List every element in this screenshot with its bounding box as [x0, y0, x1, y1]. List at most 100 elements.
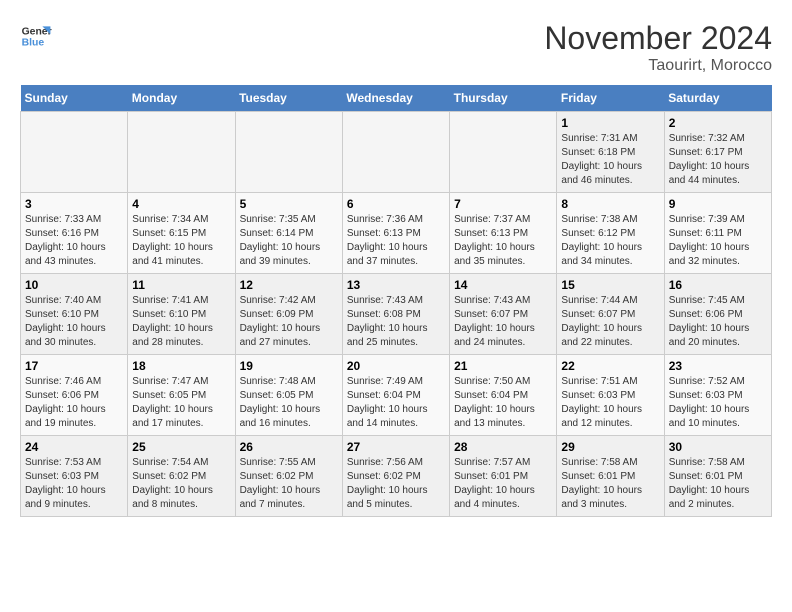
calendar-cell: 13 Sunrise: 7:43 AMSunset: 6:08 PMDayligh… [342, 274, 449, 355]
day-number: 30 [669, 440, 767, 454]
calendar-cell: 3Sunrise: 7:33 AMSunset: 6:16 PMDaylight… [21, 193, 128, 274]
page-header: General Blue November 2024 Taourirt, Mor… [20, 20, 772, 75]
calendar-cell: 14Sunrise: 7:43 AMSunset: 6:07 PMDayligh… [450, 274, 557, 355]
day-info: Sunrise: 7:48 AMSunset: 6:05 PMDaylight:… [240, 375, 338, 431]
logo: General Blue [20, 20, 56, 52]
day-number: 12 [240, 278, 338, 292]
day-number: 14 [454, 278, 552, 292]
svg-text:Blue: Blue [22, 38, 45, 49]
day-info: Sunrise: 7:53 AMSunset: 6:03 PMDaylight:… [25, 456, 123, 512]
calendar-cell: 29Sunrise: 7:58 AMSunset: 6:01 PMDayligh… [557, 436, 664, 517]
day-number: 1 [561, 116, 659, 130]
day-info: Sunrise: 7:39 AMSunset: 6:11 PMDaylight:… [669, 213, 767, 269]
day-info: Sunrise: 7:56 AMSunset: 6:02 PMDaylight:… [347, 456, 445, 512]
weekday-header: Tuesday [235, 85, 342, 112]
calendar-week-row: 24Sunrise: 7:53 AMSunset: 6:03 PMDayligh… [21, 436, 772, 517]
day-number: 2 [669, 116, 767, 130]
calendar-cell: 16 Sunrise: 7:45 AMSunset: 6:06 PMDayligh… [664, 274, 771, 355]
day-number: 4 [132, 197, 230, 211]
calendar-week-row: 3Sunrise: 7:33 AMSunset: 6:16 PMDaylight… [21, 193, 772, 274]
day-info: Sunrise: 7:43 AMSunset: 6:08 PMDaylight:… [347, 294, 445, 350]
calendar-week-row: 10 Sunrise: 7:40 AMSunset: 6:10 PMDayligh… [21, 274, 772, 355]
day-info: Sunrise: 7:49 AMSunset: 6:04 PMDaylight:… [347, 375, 445, 431]
day-info: Sunrise: 7:52 AMSunset: 6:03 PMDaylight:… [669, 375, 767, 431]
calendar-cell [235, 112, 342, 193]
day-info: Sunrise: 7:40 AMSunset: 6:10 PMDaylight:… [25, 294, 123, 350]
day-number: 19 [240, 359, 338, 373]
calendar-cell: 30 Sunrise: 7:58 AMSunset: 6:01 PMDayligh… [664, 436, 771, 517]
day-number: 11 [132, 278, 230, 292]
calendar-cell: 12 Sunrise: 7:42 AMSunset: 6:09 PMDayligh… [235, 274, 342, 355]
day-info: Sunrise: 7:55 AMSunset: 6:02 PMDaylight:… [240, 456, 338, 512]
weekday-header: Wednesday [342, 85, 449, 112]
calendar-cell: 5 Sunrise: 7:35 AMSunset: 6:14 PMDaylight… [235, 193, 342, 274]
day-number: 16 [669, 278, 767, 292]
location: Taourirt, Morocco [544, 57, 772, 75]
day-number: 27 [347, 440, 445, 454]
day-info: Sunrise: 7:38 AMSunset: 6:12 PMDaylight:… [561, 213, 659, 269]
title-block: November 2024 Taourirt, Morocco [544, 20, 772, 75]
calendar-cell: 21 Sunrise: 7:50 AMSunset: 6:04 PMDayligh… [450, 355, 557, 436]
calendar-table: SundayMondayTuesdayWednesdayThursdayFrid… [20, 85, 772, 517]
weekday-header: Friday [557, 85, 664, 112]
calendar-cell: 1 Sunrise: 7:31 AMSunset: 6:18 PMDaylight… [557, 112, 664, 193]
calendar-cell: 11 Sunrise: 7:41 AMSunset: 6:10 PMDayligh… [128, 274, 235, 355]
day-number: 28 [454, 440, 552, 454]
day-info: Sunrise: 7:44 AMSunset: 6:07 PMDaylight:… [561, 294, 659, 350]
calendar-cell [21, 112, 128, 193]
day-number: 9 [669, 197, 767, 211]
day-info: Sunrise: 7:34 AMSunset: 6:15 PMDaylight:… [132, 213, 230, 269]
day-info: Sunrise: 7:45 AMSunset: 6:06 PMDaylight:… [669, 294, 767, 350]
day-info: Sunrise: 7:32 AMSunset: 6:17 PMDaylight:… [669, 132, 767, 188]
weekday-header: Monday [128, 85, 235, 112]
day-info: Sunrise: 7:57 AMSunset: 6:01 PMDaylight:… [454, 456, 552, 512]
calendar-cell: 27 Sunrise: 7:56 AMSunset: 6:02 PMDayligh… [342, 436, 449, 517]
day-number: 22 [561, 359, 659, 373]
weekday-header: Thursday [450, 85, 557, 112]
calendar-cell [450, 112, 557, 193]
day-info: Sunrise: 7:37 AMSunset: 6:13 PMDaylight:… [454, 213, 552, 269]
calendar-cell: 23 Sunrise: 7:52 AMSunset: 6:03 PMDayligh… [664, 355, 771, 436]
day-number: 17 [25, 359, 123, 373]
calendar-cell: 26 Sunrise: 7:55 AMSunset: 6:02 PMDayligh… [235, 436, 342, 517]
calendar-cell: 15Sunrise: 7:44 AMSunset: 6:07 PMDayligh… [557, 274, 664, 355]
weekday-header: Sunday [21, 85, 128, 112]
day-number: 18 [132, 359, 230, 373]
day-number: 5 [240, 197, 338, 211]
day-number: 21 [454, 359, 552, 373]
day-info: Sunrise: 7:51 AMSunset: 6:03 PMDaylight:… [561, 375, 659, 431]
day-info: Sunrise: 7:33 AMSunset: 6:16 PMDaylight:… [25, 213, 123, 269]
day-info: Sunrise: 7:35 AMSunset: 6:14 PMDaylight:… [240, 213, 338, 269]
calendar-cell: 25Sunrise: 7:54 AMSunset: 6:02 PMDayligh… [128, 436, 235, 517]
day-number: 13 [347, 278, 445, 292]
day-info: Sunrise: 7:58 AMSunset: 6:01 PMDaylight:… [669, 456, 767, 512]
weekday-header-row: SundayMondayTuesdayWednesdayThursdayFrid… [21, 85, 772, 112]
day-number: 26 [240, 440, 338, 454]
day-number: 23 [669, 359, 767, 373]
day-number: 20 [347, 359, 445, 373]
day-number: 6 [347, 197, 445, 211]
calendar-cell [128, 112, 235, 193]
day-info: Sunrise: 7:54 AMSunset: 6:02 PMDaylight:… [132, 456, 230, 512]
calendar-cell: 24Sunrise: 7:53 AMSunset: 6:03 PMDayligh… [21, 436, 128, 517]
day-number: 8 [561, 197, 659, 211]
day-number: 10 [25, 278, 123, 292]
calendar-cell: 28 Sunrise: 7:57 AMSunset: 6:01 PMDayligh… [450, 436, 557, 517]
calendar-cell: 18Sunrise: 7:47 AMSunset: 6:05 PMDayligh… [128, 355, 235, 436]
calendar-cell: 22 Sunrise: 7:51 AMSunset: 6:03 PMDayligh… [557, 355, 664, 436]
day-info: Sunrise: 7:41 AMSunset: 6:10 PMDaylight:… [132, 294, 230, 350]
calendar-cell: 17 Sunrise: 7:46 AMSunset: 6:06 PMDayligh… [21, 355, 128, 436]
day-info: Sunrise: 7:46 AMSunset: 6:06 PMDaylight:… [25, 375, 123, 431]
day-info: Sunrise: 7:42 AMSunset: 6:09 PMDaylight:… [240, 294, 338, 350]
calendar-cell: 20 Sunrise: 7:49 AMSunset: 6:04 PMDayligh… [342, 355, 449, 436]
day-info: Sunrise: 7:50 AMSunset: 6:04 PMDaylight:… [454, 375, 552, 431]
month-title: November 2024 [544, 20, 772, 57]
calendar-cell: 9 Sunrise: 7:39 AMSunset: 6:11 PMDaylight… [664, 193, 771, 274]
weekday-header: Saturday [664, 85, 771, 112]
calendar-cell: 2 Sunrise: 7:32 AMSunset: 6:17 PMDaylight… [664, 112, 771, 193]
calendar-cell: 7 Sunrise: 7:37 AMSunset: 6:13 PMDaylight… [450, 193, 557, 274]
calendar-cell: 8 Sunrise: 7:38 AMSunset: 6:12 PMDaylight… [557, 193, 664, 274]
day-info: Sunrise: 7:36 AMSunset: 6:13 PMDaylight:… [347, 213, 445, 269]
day-info: Sunrise: 7:31 AMSunset: 6:18 PMDaylight:… [561, 132, 659, 188]
day-number: 7 [454, 197, 552, 211]
